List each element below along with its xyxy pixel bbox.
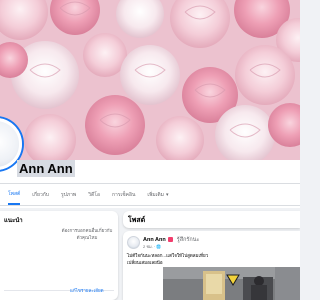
profile-name[interactable]: Ann Ann (17, 160, 75, 177)
profile-page: Ann Ann โพสต์ เกี่ยวกับ รูปภาพ วิดีโอ กา… (0, 0, 300, 300)
tab-videos[interactable]: วิดีโอ (88, 184, 100, 206)
profile-tabs: โพสต์ เกี่ยวกับ รูปภาพ วิดีโอ การเช็คอิน… (0, 184, 300, 206)
heart-icon (168, 237, 174, 243)
roses-cover-image (0, 0, 300, 160)
posts-header-card: โพสต์ (123, 211, 300, 228)
tab-more[interactable]: เพิ่มเติม ▾ (147, 184, 168, 206)
tab-checkins[interactable]: การเช็คอิน (112, 184, 135, 206)
cover-photo[interactable] (0, 0, 300, 160)
post-text: ไม่ดีใจกันนะหลอก...แต่ใจให้ไปสูดลมเที่ยว… (127, 253, 209, 265)
chevron-down-icon: ▾ (165, 191, 169, 198)
post-feeling: รู้สึกรักนะ (176, 237, 200, 243)
intro-prompt-text: ต้องการบอกคนอื่นเกี่ยวกับตัวคุณไหม (61, 228, 113, 240)
post-timestamp[interactable]: 2 ชม. · 🌐 (143, 243, 161, 250)
post-photo-image (163, 267, 300, 300)
post-card: Ann Ann รู้สึกรักนะ 2 ชม. · 🌐 ไม่ดีใจกัน… (123, 231, 300, 300)
tab-about[interactable]: เกี่ยวกับ (32, 184, 49, 206)
tab-posts[interactable]: โพสต์ (8, 185, 21, 205)
intro-card-title: แนะนำ (4, 218, 23, 224)
post-author-avatar[interactable] (127, 236, 140, 249)
tab-more-label: เพิ่มเติม (147, 191, 164, 198)
posts-header-title: โพสต์ (128, 217, 146, 224)
tab-photos[interactable]: รูปภาพ (61, 184, 76, 206)
post-photo[interactable] (163, 267, 300, 300)
edit-details-link[interactable]: แก้ไขรายละเอียด (70, 287, 104, 294)
